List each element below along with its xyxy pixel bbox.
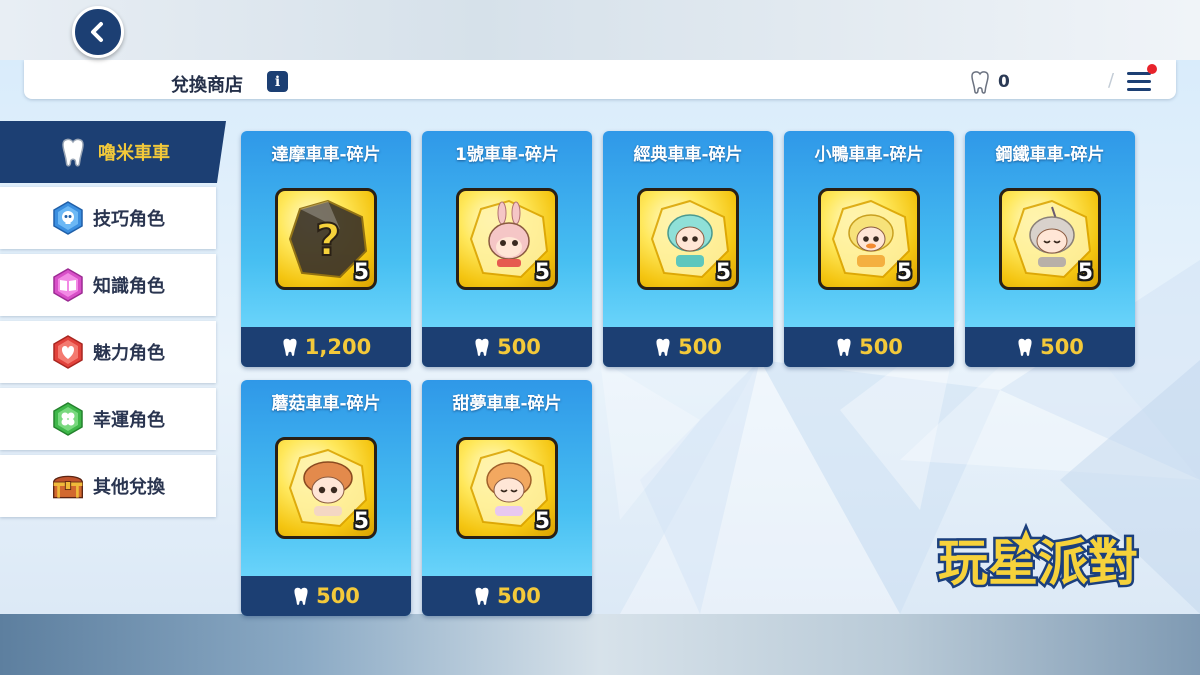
item-quantity: 5 <box>534 260 550 285</box>
top-bar: 兌換商店 i 0 / <box>24 60 1176 99</box>
shop-item-card[interactable]: 甜夢車車-碎片 5 500 <box>422 380 592 616</box>
item-image: 5 <box>456 188 558 290</box>
price-bar: 500 <box>422 327 592 367</box>
back-button[interactable] <box>72 6 124 58</box>
tooth-icon <box>475 587 489 606</box>
tooth-icon <box>283 338 297 357</box>
item-image: 5 <box>637 188 739 290</box>
notification-dot <box>1147 64 1157 74</box>
item-quantity: 5 <box>534 509 550 534</box>
sidebar-item-label: 知識角色 <box>93 276 165 297</box>
treasure-chest-icon <box>51 469 85 503</box>
page-title: 兌換商店 <box>171 75 243 96</box>
item-name: 鋼鐵車車-碎片 <box>995 145 1105 165</box>
info-icon[interactable]: i <box>267 71 288 92</box>
item-name: 1號車車-碎片 <box>455 145 559 165</box>
item-price: 500 <box>497 584 541 608</box>
item-price: 1,200 <box>304 335 372 359</box>
item-image: 5 <box>456 437 558 539</box>
clover-hexagon-icon <box>51 402 85 436</box>
item-name: 蘑菇車車-碎片 <box>271 394 381 414</box>
currency-display: 0 <box>969 70 1010 94</box>
menu-line <box>1127 88 1151 91</box>
sidebar-item-other-exchange[interactable]: 其他兌換 <box>0 455 216 517</box>
shop-item-card[interactable]: 小鴨車車-碎片 5 500 <box>784 131 954 367</box>
item-price: 500 <box>678 335 722 359</box>
tooth-icon <box>56 135 90 169</box>
bottom-letterbox <box>0 614 1200 675</box>
item-image: 5 <box>818 188 920 290</box>
tooth-icon <box>294 587 308 606</box>
currency-value: 0 <box>998 72 1010 92</box>
item-price: 500 <box>1040 335 1084 359</box>
shop-item-card[interactable]: 蘑菇車車-碎片 5 500 <box>241 380 411 616</box>
sidebar-item-charm-characters[interactable]: 魅力角色 <box>0 321 216 383</box>
top-letterbox <box>0 0 1200 60</box>
sidebar-item-luck-characters[interactable]: 幸運角色 <box>0 388 216 450</box>
price-bar: 500 <box>422 576 592 616</box>
item-name: 小鴨車車-碎片 <box>814 145 924 165</box>
item-image: 5 <box>275 437 377 539</box>
item-name: 經典車車-碎片 <box>633 145 743 165</box>
tooth-icon <box>1018 338 1032 357</box>
item-quantity: 5 <box>896 260 912 285</box>
shop-item-card[interactable]: 達摩車車-碎片 ? 5 1,200 <box>241 131 411 367</box>
item-price: 500 <box>859 335 903 359</box>
shop-item-card[interactable]: 1號車車-碎片 5 500 <box>422 131 592 367</box>
price-bar: 500 <box>965 327 1135 367</box>
sidebar-item-label: 其他兌換 <box>93 477 165 498</box>
menu-button[interactable] <box>1125 64 1157 94</box>
item-name: 甜夢車車-碎片 <box>452 394 562 414</box>
sidebar-item-skill-characters[interactable]: 技巧角色 <box>0 187 216 249</box>
item-name: 達摩車車-碎片 <box>271 145 381 165</box>
item-price: 500 <box>316 584 360 608</box>
shop-item-card[interactable]: 經典車車-碎片 5 500 <box>603 131 773 367</box>
tooth-icon <box>837 338 851 357</box>
sidebar-item-label: 魅力角色 <box>93 343 165 364</box>
skull-hexagon-icon <box>51 201 85 235</box>
tooth-icon <box>971 71 989 94</box>
menu-line <box>1127 80 1151 83</box>
heart-hexagon-icon <box>51 335 85 369</box>
game-logo: 玩星派對 <box>936 522 1141 595</box>
sidebar-item-label: 技巧角色 <box>93 209 165 230</box>
chevron-left-icon <box>91 22 103 42</box>
sidebar-item-label: 幸運角色 <box>93 410 165 431</box>
tooth-icon <box>656 338 670 357</box>
item-quantity: 5 <box>353 260 369 285</box>
book-hexagon-icon <box>51 268 85 302</box>
item-quantity: 5 <box>353 509 369 534</box>
sidebar-item-lumi-cars[interactable]: 嚕米車車 <box>0 121 226 183</box>
sidebar-item-label: 嚕米車車 <box>98 143 170 164</box>
item-image: ? 5 <box>275 188 377 290</box>
item-quantity: 5 <box>1077 260 1093 285</box>
price-bar: 500 <box>603 327 773 367</box>
tooth-icon <box>475 338 489 357</box>
svg-text:?: ? <box>315 215 341 266</box>
sidebar-item-knowledge-characters[interactable]: 知識角色 <box>0 254 216 316</box>
price-bar: 500 <box>784 327 954 367</box>
price-bar: 1,200 <box>241 327 411 367</box>
item-quantity: 5 <box>715 260 731 285</box>
item-image: 5 <box>999 188 1101 290</box>
item-price: 500 <box>497 335 541 359</box>
header-separator: / <box>1108 70 1115 91</box>
price-bar: 500 <box>241 576 411 616</box>
shop-item-card[interactable]: 鋼鐵車車-碎片 5 500 <box>965 131 1135 367</box>
